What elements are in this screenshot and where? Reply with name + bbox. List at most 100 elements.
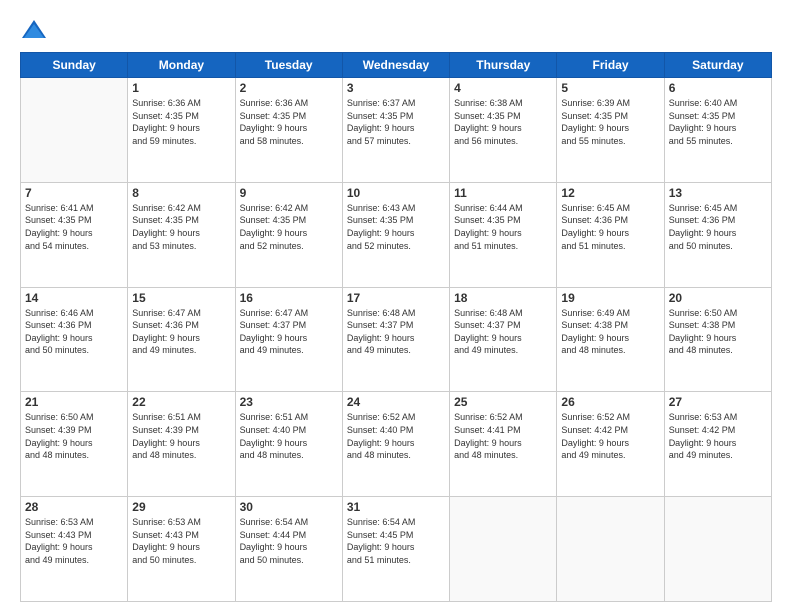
day-number: 31	[347, 500, 445, 514]
day-number: 26	[561, 395, 659, 409]
calendar-cell: 17 Sunrise: 6:48 AM Sunset: 4:37 PM Dayli…	[342, 287, 449, 392]
day-header-saturday: Saturday	[664, 53, 771, 78]
day-info: Sunrise: 6:41 AM Sunset: 4:35 PM Dayligh…	[25, 202, 123, 252]
week-row-3: 21 Sunrise: 6:50 AM Sunset: 4:39 PM Dayli…	[21, 392, 772, 497]
day-info: Sunrise: 6:38 AM Sunset: 4:35 PM Dayligh…	[454, 97, 552, 147]
day-number: 18	[454, 291, 552, 305]
calendar-cell: 23Sunrise: 6:51 AM Sunset: 4:40 PM Dayli…	[235, 392, 342, 497]
day-info: Sunrise: 6:53 AM Sunset: 4:43 PM Dayligh…	[132, 516, 230, 566]
calendar-cell: 19 Sunrise: 6:49 AM Sunset: 4:38 PM Dayli…	[557, 287, 664, 392]
calendar-cell: 14Sunrise: 6:46 AM Sunset: 4:36 PM Dayli…	[21, 287, 128, 392]
day-info: Sunrise: 6:48 AM Sunset: 4:37 PM Dayligh…	[347, 307, 445, 357]
day-info: Sunrise: 6:36 AM Sunset: 4:35 PM Dayligh…	[240, 97, 338, 147]
calendar-cell	[21, 78, 128, 183]
day-info: Sunrise: 6:50 AM Sunset: 4:38 PM Dayligh…	[669, 307, 767, 357]
header-row: SundayMondayTuesdayWednesdayThursdayFrid…	[21, 53, 772, 78]
day-info: Sunrise: 6:37 AM Sunset: 4:35 PM Dayligh…	[347, 97, 445, 147]
calendar-cell: 11 Sunrise: 6:44 AM Sunset: 4:35 PM Dayli…	[450, 182, 557, 287]
day-info: Sunrise: 6:54 AM Sunset: 4:45 PM Dayligh…	[347, 516, 445, 566]
calendar-cell: 20 Sunrise: 6:50 AM Sunset: 4:38 PM Dayli…	[664, 287, 771, 392]
day-number: 6	[669, 81, 767, 95]
day-number: 20	[669, 291, 767, 305]
calendar-cell: 2 Sunrise: 6:36 AM Sunset: 4:35 PM Daylig…	[235, 78, 342, 183]
day-number: 7	[25, 186, 123, 200]
calendar-cell: 1Sunrise: 6:36 AM Sunset: 4:35 PM Daylig…	[128, 78, 235, 183]
day-number: 23	[240, 395, 338, 409]
calendar-cell: 29 Sunrise: 6:53 AM Sunset: 4:43 PM Dayli…	[128, 497, 235, 602]
day-number: 14	[25, 291, 123, 305]
calendar-cell: 12Sunrise: 6:45 AM Sunset: 4:36 PM Dayli…	[557, 182, 664, 287]
day-number: 27	[669, 395, 767, 409]
day-number: 9	[240, 186, 338, 200]
calendar-cell: 16 Sunrise: 6:47 AM Sunset: 4:37 PM Dayli…	[235, 287, 342, 392]
calendar-table: SundayMondayTuesdayWednesdayThursdayFrid…	[20, 52, 772, 602]
day-header-wednesday: Wednesday	[342, 53, 449, 78]
day-number: 5	[561, 81, 659, 95]
day-number: 30	[240, 500, 338, 514]
calendar-cell: 6 Sunrise: 6:40 AM Sunset: 4:35 PM Daylig…	[664, 78, 771, 183]
calendar-cell: 3 Sunrise: 6:37 AM Sunset: 4:35 PM Daylig…	[342, 78, 449, 183]
day-info: Sunrise: 6:39 AM Sunset: 4:35 PM Dayligh…	[561, 97, 659, 147]
day-number: 22	[132, 395, 230, 409]
calendar-cell: 25 Sunrise: 6:52 AM Sunset: 4:41 PM Dayli…	[450, 392, 557, 497]
calendar-cell: 26 Sunrise: 6:52 AM Sunset: 4:42 PM Dayli…	[557, 392, 664, 497]
day-number: 13	[669, 186, 767, 200]
day-info: Sunrise: 6:42 AM Sunset: 4:35 PM Dayligh…	[132, 202, 230, 252]
week-row-4: 28 Sunrise: 6:53 AM Sunset: 4:43 PM Dayli…	[21, 497, 772, 602]
day-number: 10	[347, 186, 445, 200]
day-header-thursday: Thursday	[450, 53, 557, 78]
calendar-cell: 13 Sunrise: 6:45 AM Sunset: 4:36 PM Dayli…	[664, 182, 771, 287]
day-info: Sunrise: 6:52 AM Sunset: 4:42 PM Dayligh…	[561, 411, 659, 461]
calendar-cell: 15 Sunrise: 6:47 AM Sunset: 4:36 PM Dayli…	[128, 287, 235, 392]
calendar-cell	[450, 497, 557, 602]
logo-icon	[20, 16, 48, 44]
day-number: 11	[454, 186, 552, 200]
day-number: 28	[25, 500, 123, 514]
day-number: 29	[132, 500, 230, 514]
day-header-tuesday: Tuesday	[235, 53, 342, 78]
day-info: Sunrise: 6:47 AM Sunset: 4:37 PM Dayligh…	[240, 307, 338, 357]
calendar-cell: 28Sunrise: 6:53 AM Sunset: 4:43 PM Dayli…	[21, 497, 128, 602]
day-info: Sunrise: 6:50 AM Sunset: 4:39 PM Dayligh…	[25, 411, 123, 461]
day-info: Sunrise: 6:45 AM Sunset: 4:36 PM Dayligh…	[561, 202, 659, 252]
day-info: Sunrise: 6:49 AM Sunset: 4:38 PM Dayligh…	[561, 307, 659, 357]
day-info: Sunrise: 6:44 AM Sunset: 4:35 PM Dayligh…	[454, 202, 552, 252]
page: SundayMondayTuesdayWednesdayThursdayFrid…	[0, 0, 792, 612]
week-row-0: 1 Sunrise: 6:36 AM Sunset: 4:35 PM Daylig…	[21, 78, 772, 183]
day-number: 15	[132, 291, 230, 305]
calendar-cell: 30 Sunrise: 6:54 AM Sunset: 4:44 PM Dayli…	[235, 497, 342, 602]
day-header-monday: Monday	[128, 53, 235, 78]
day-number: 25	[454, 395, 552, 409]
day-number: 16	[240, 291, 338, 305]
calendar-cell: 18 Sunrise: 6:48 AM Sunset: 4:37 PM Dayli…	[450, 287, 557, 392]
day-number: 19	[561, 291, 659, 305]
day-number: 17	[347, 291, 445, 305]
day-number: 4	[454, 81, 552, 95]
day-info: Sunrise: 6:54 AM Sunset: 4:44 PM Dayligh…	[240, 516, 338, 566]
calendar-cell: 27Sunrise: 6:53 AM Sunset: 4:42 PM Dayli…	[664, 392, 771, 497]
day-number: 8	[132, 186, 230, 200]
calendar-cell: 9Sunrise: 6:42 AM Sunset: 4:35 PM Daylig…	[235, 182, 342, 287]
day-info: Sunrise: 6:45 AM Sunset: 4:36 PM Dayligh…	[669, 202, 767, 252]
calendar-cell: 4 Sunrise: 6:38 AM Sunset: 4:35 PM Daylig…	[450, 78, 557, 183]
day-info: Sunrise: 6:52 AM Sunset: 4:41 PM Dayligh…	[454, 411, 552, 461]
day-info: Sunrise: 6:51 AM Sunset: 4:39 PM Dayligh…	[132, 411, 230, 461]
day-number: 1	[132, 81, 230, 95]
week-row-2: 14Sunrise: 6:46 AM Sunset: 4:36 PM Dayli…	[21, 287, 772, 392]
day-info: Sunrise: 6:47 AM Sunset: 4:36 PM Dayligh…	[132, 307, 230, 357]
day-info: Sunrise: 6:40 AM Sunset: 4:35 PM Dayligh…	[669, 97, 767, 147]
week-row-1: 7 Sunrise: 6:41 AM Sunset: 4:35 PM Daylig…	[21, 182, 772, 287]
calendar-cell	[557, 497, 664, 602]
header	[20, 16, 772, 44]
day-number: 21	[25, 395, 123, 409]
calendar-cell: 22 Sunrise: 6:51 AM Sunset: 4:39 PM Dayli…	[128, 392, 235, 497]
calendar-cell: 7 Sunrise: 6:41 AM Sunset: 4:35 PM Daylig…	[21, 182, 128, 287]
day-info: Sunrise: 6:52 AM Sunset: 4:40 PM Dayligh…	[347, 411, 445, 461]
calendar-cell: 5 Sunrise: 6:39 AM Sunset: 4:35 PM Daylig…	[557, 78, 664, 183]
day-number: 3	[347, 81, 445, 95]
day-info: Sunrise: 6:48 AM Sunset: 4:37 PM Dayligh…	[454, 307, 552, 357]
calendar-cell	[664, 497, 771, 602]
day-number: 2	[240, 81, 338, 95]
day-header-sunday: Sunday	[21, 53, 128, 78]
calendar-cell: 21 Sunrise: 6:50 AM Sunset: 4:39 PM Dayli…	[21, 392, 128, 497]
